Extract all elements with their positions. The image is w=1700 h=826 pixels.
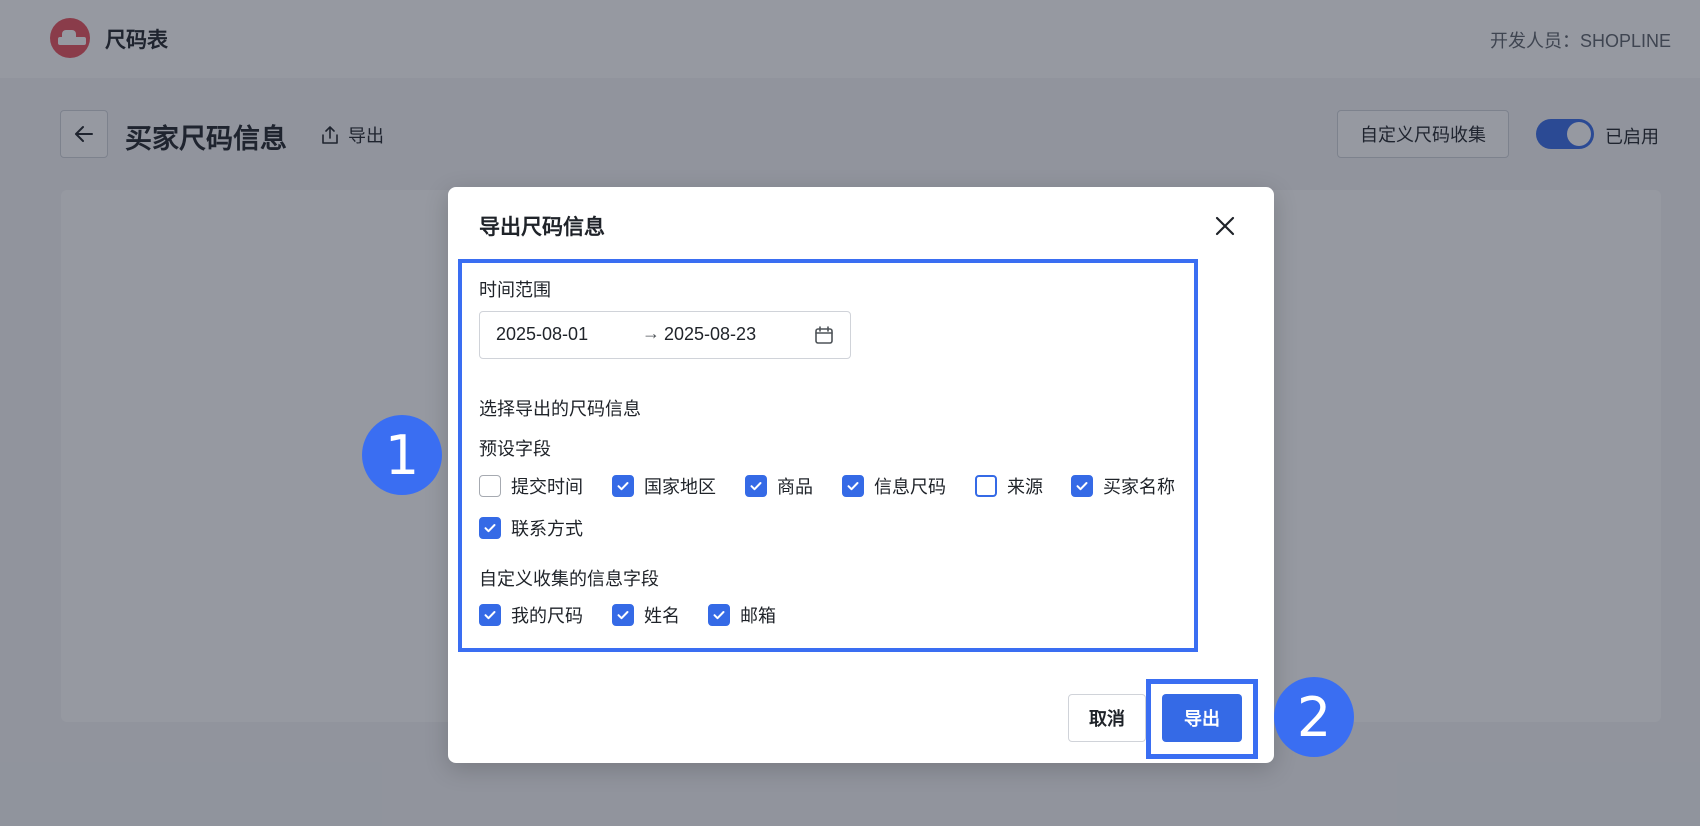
- checkbox-box[interactable]: [975, 475, 997, 497]
- close-icon: [1215, 216, 1235, 236]
- check-icon: [617, 611, 629, 620]
- checkbox-country-region[interactable]: 国家地区: [612, 473, 716, 499]
- preset-fields-label: 预设字段: [479, 439, 551, 459]
- checkbox-box[interactable]: [479, 475, 501, 497]
- select-fields-label: 选择导出的尺码信息: [479, 399, 641, 419]
- check-icon: [750, 482, 762, 491]
- checkbox-label: 买家名称: [1103, 477, 1175, 497]
- date-end-input[interactable]: 2025-08-23: [664, 324, 756, 345]
- check-icon: [847, 482, 859, 491]
- date-start-input[interactable]: 2025-08-01: [496, 324, 588, 345]
- close-button[interactable]: [1210, 211, 1240, 241]
- checkbox-info-size[interactable]: 信息尺码: [842, 473, 946, 499]
- checkbox-label: 信息尺码: [874, 477, 946, 497]
- checkbox-box[interactable]: [842, 475, 864, 497]
- modal-title: 导出尺码信息: [479, 216, 605, 239]
- date-range-picker[interactable]: 2025-08-01 → 2025-08-23: [479, 311, 851, 359]
- checkbox-my-size[interactable]: 我的尺码: [479, 602, 583, 628]
- cancel-button[interactable]: 取消: [1068, 694, 1146, 742]
- checkbox-box[interactable]: [612, 604, 634, 626]
- checkbox-box[interactable]: [479, 517, 501, 539]
- check-icon: [484, 611, 496, 620]
- export-button[interactable]: 导出: [1162, 694, 1242, 742]
- checkbox-contact[interactable]: 联系方式: [479, 515, 583, 541]
- step-callout-1: 1: [362, 415, 442, 495]
- checkbox-source[interactable]: 来源: [975, 473, 1043, 499]
- checkbox-box[interactable]: [708, 604, 730, 626]
- checkbox-label: 国家地区: [644, 477, 716, 497]
- calendar-icon[interactable]: [814, 325, 834, 350]
- checkbox-email[interactable]: 邮箱: [708, 602, 776, 628]
- checkbox-product[interactable]: 商品: [745, 473, 813, 499]
- check-icon: [484, 524, 496, 533]
- export-modal: 导出尺码信息 时间范围 2025-08-01 → 2025-08-23 选择导出…: [448, 187, 1274, 763]
- checkbox-label: 邮箱: [740, 606, 776, 626]
- date-separator: →: [642, 323, 660, 343]
- checkbox-buyer-name[interactable]: 买家名称: [1071, 473, 1175, 499]
- checkbox-box[interactable]: [1071, 475, 1093, 497]
- checkbox-label: 我的尺码: [511, 606, 583, 626]
- checkbox-label: 联系方式: [511, 519, 583, 539]
- checkbox-box[interactable]: [745, 475, 767, 497]
- checkbox-label: 商品: [777, 477, 813, 497]
- checkbox-name[interactable]: 姓名: [612, 602, 680, 628]
- check-icon: [713, 611, 725, 620]
- step-callout-2: 2: [1274, 677, 1354, 757]
- custom-fields-label: 自定义收集的信息字段: [479, 569, 659, 589]
- checkbox-box[interactable]: [612, 475, 634, 497]
- check-icon: [1076, 482, 1088, 491]
- checkbox-label: 来源: [1007, 477, 1043, 497]
- checkbox-box[interactable]: [479, 604, 501, 626]
- check-icon: [617, 482, 629, 491]
- checkbox-label: 姓名: [644, 606, 680, 626]
- checkbox-label: 提交时间: [511, 477, 583, 497]
- time-range-label: 时间范围: [479, 280, 551, 300]
- checkbox-submit-time[interactable]: 提交时间: [479, 473, 583, 499]
